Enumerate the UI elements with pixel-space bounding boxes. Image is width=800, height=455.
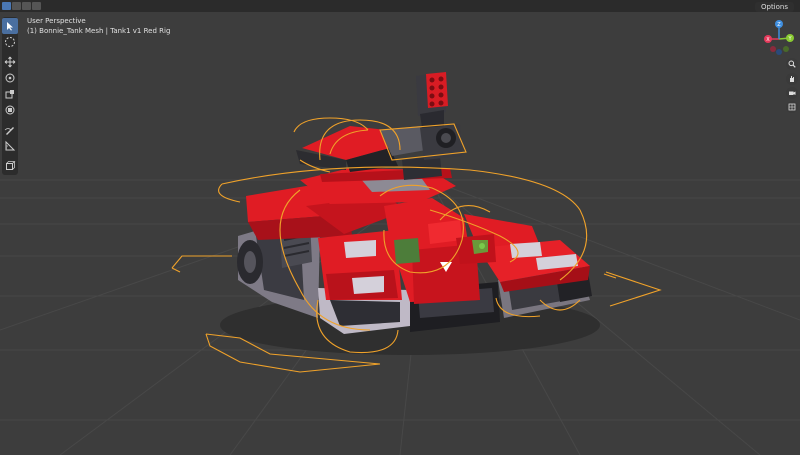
perspective-label: User Perspective: [27, 17, 86, 25]
scale-tool[interactable]: [2, 86, 18, 102]
select-extend-mode-button[interactable]: [12, 2, 21, 10]
tool-shelf: [2, 17, 18, 175]
add-cube-icon: [6, 161, 16, 170]
cursor-arrow-icon: [7, 22, 13, 31]
scale-icon: [5, 90, 14, 99]
grid-perspective-icon: [788, 103, 796, 111]
rotate-tool[interactable]: [2, 70, 18, 86]
move-icon: [4, 56, 16, 68]
select-box-mode-button[interactable]: [2, 2, 11, 10]
active-object-label: (1) Bonnie_Tank Mesh | Tank1 v1 Red Rig: [27, 27, 171, 35]
selection-mode-group: [2, 2, 41, 10]
3d-viewport[interactable]: Options User Perspective (1) Bonnie_Tank…: [0, 0, 800, 455]
3d-cursor-icon: [5, 37, 15, 47]
measure-ruler-icon: [5, 140, 16, 151]
rotate-icon: [5, 73, 15, 83]
navigation-gizmo[interactable]: Z Y X: [758, 18, 800, 60]
gizmo-x-label: X: [766, 37, 770, 43]
transform-tool[interactable]: [2, 102, 18, 118]
gizmo-neg-x-axis[interactable]: [770, 46, 776, 52]
zoom-magnifier-icon: [788, 60, 796, 68]
pan-button[interactable]: [786, 73, 798, 85]
zoom-button[interactable]: [786, 58, 798, 70]
annotate-pencil-icon: [4, 127, 14, 135]
camera-icon: [789, 91, 796, 95]
gizmo-z-label: Z: [777, 22, 781, 28]
pan-hand-icon: [790, 76, 794, 82]
transform-icon: [5, 105, 15, 115]
gizmo-neg-y-axis[interactable]: [783, 46, 789, 52]
rocket-pod: [416, 72, 448, 128]
viewport-info: User Perspective (1) Bonnie_Tank Mesh | …: [27, 16, 170, 36]
camera-view-button[interactable]: [786, 87, 798, 99]
viewport-header: [0, 0, 800, 12]
measure-tool[interactable]: [2, 138, 18, 154]
add-cube-tool[interactable]: [2, 158, 18, 174]
move-tool[interactable]: [2, 54, 18, 70]
select-invert-mode-button[interactable]: [32, 2, 41, 10]
cursor-tool[interactable]: [2, 34, 18, 50]
scene-canvas[interactable]: [0, 0, 800, 455]
select-subtract-mode-button[interactable]: [22, 2, 31, 10]
perspective-toggle-button[interactable]: [786, 101, 798, 113]
select-box-tool[interactable]: [2, 18, 18, 34]
rig-active-bone[interactable]: [479, 243, 485, 249]
tank-model[interactable]: [220, 72, 600, 355]
annotate-tool[interactable]: [2, 122, 18, 138]
options-button[interactable]: Options: [754, 2, 794, 12]
gizmo-neg-z-axis[interactable]: [776, 49, 782, 55]
